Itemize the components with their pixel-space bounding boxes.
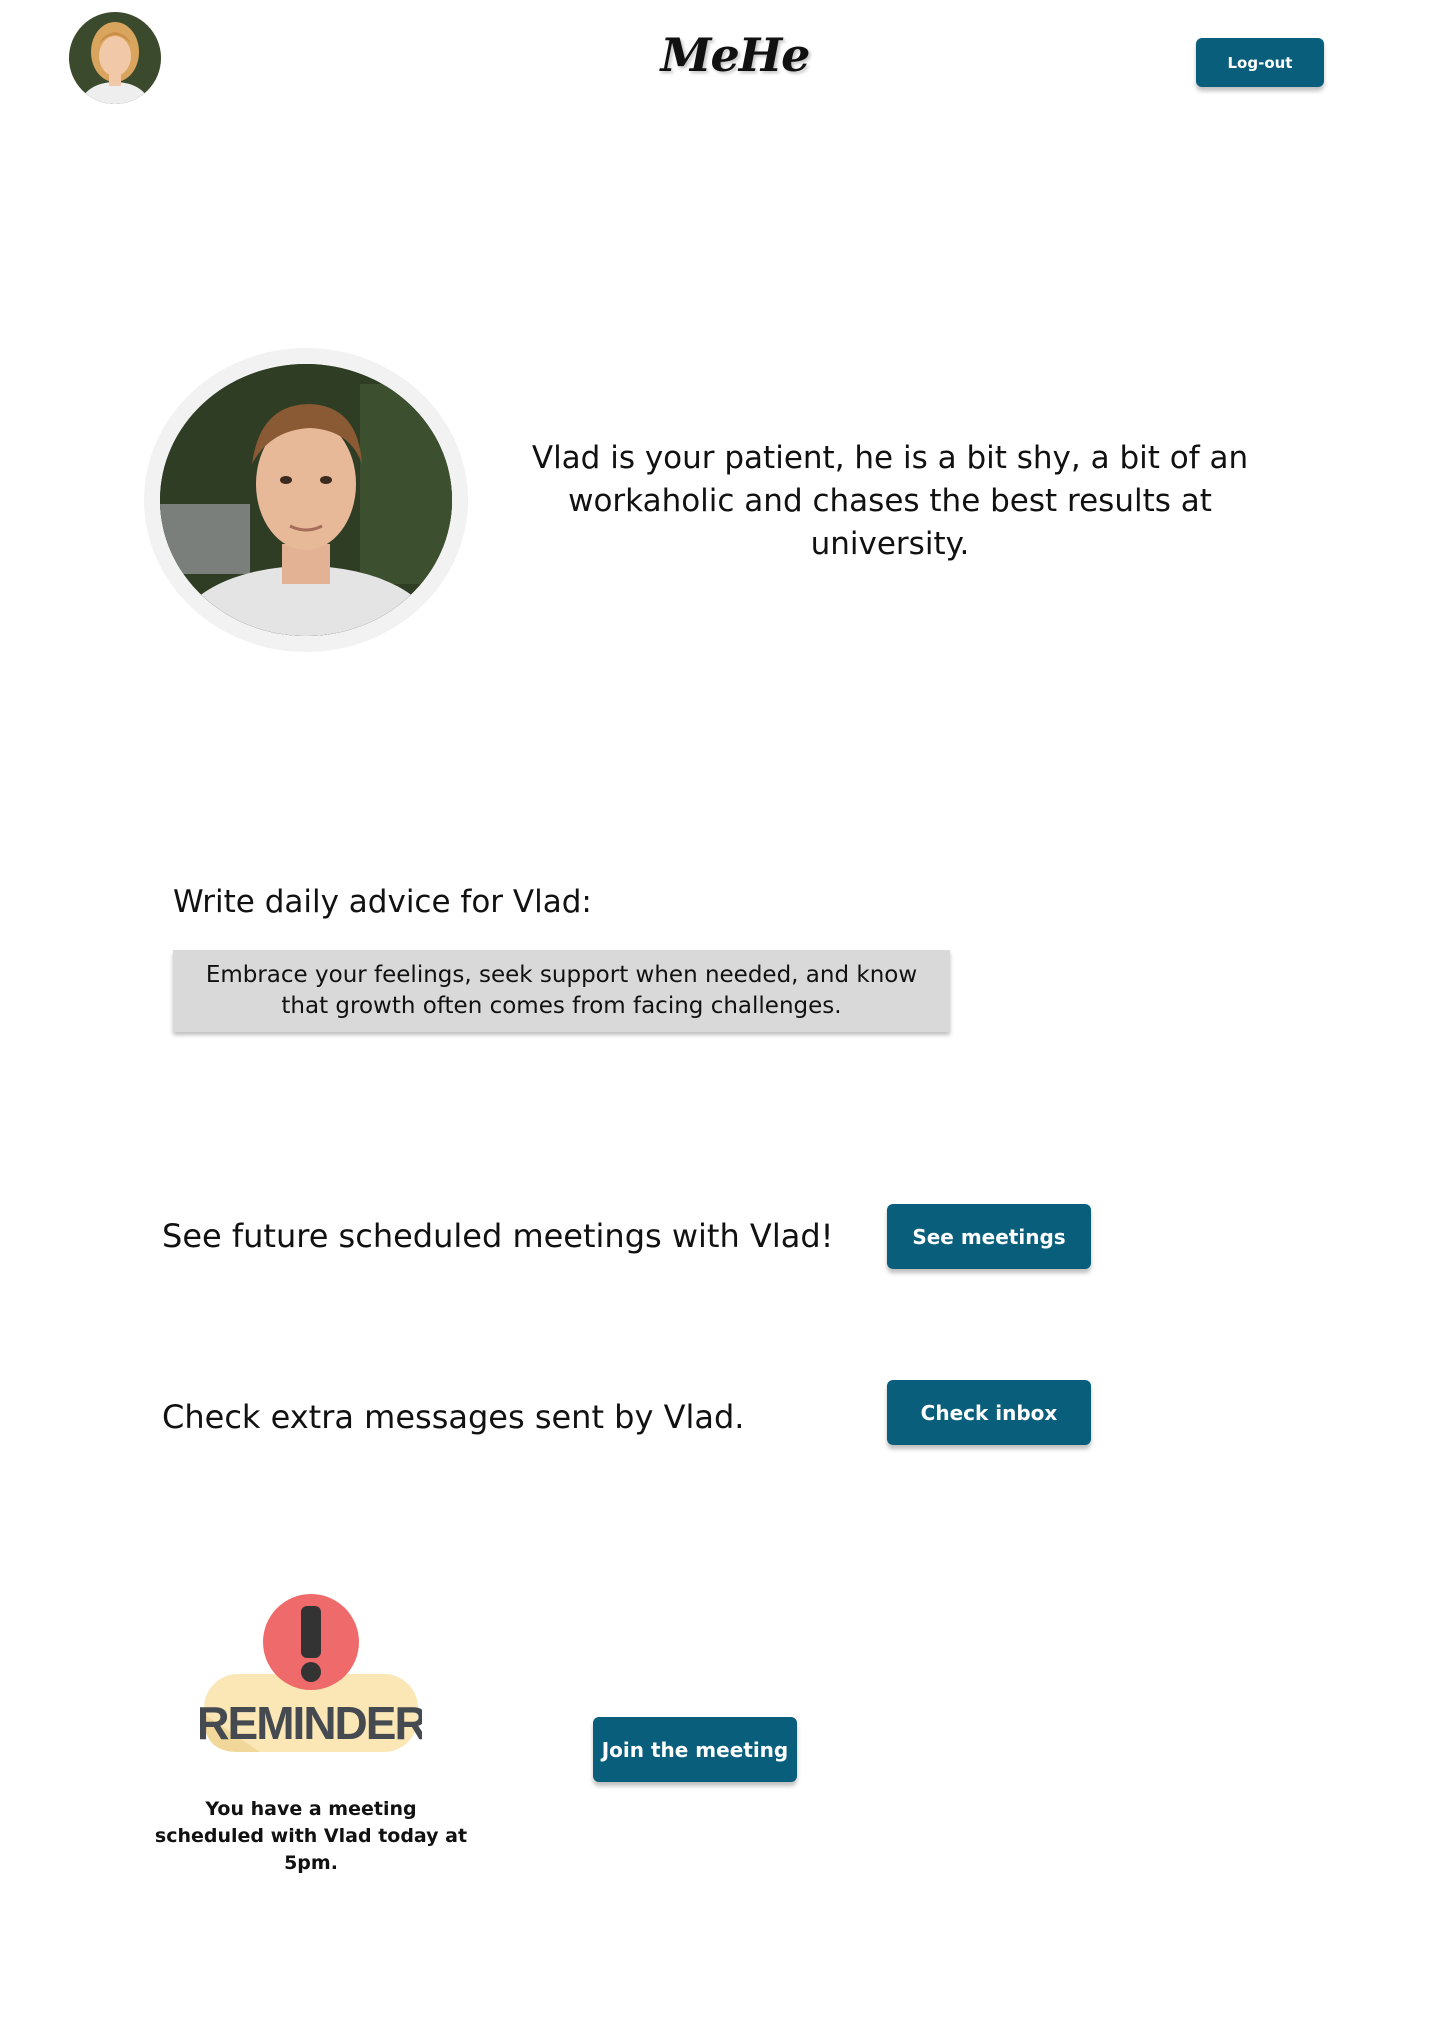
logout-button[interactable]: Log-out: [1196, 38, 1324, 87]
check-inbox-button[interactable]: Check inbox: [887, 1380, 1091, 1445]
reminder-badge-text: REMINDER: [200, 1697, 422, 1749]
reminder-icon: REMINDER: [196, 1594, 429, 1758]
user-photo: [69, 12, 161, 104]
inbox-text: Check extra messages sent by Vlad.: [162, 1398, 745, 1436]
meetings-text: See future scheduled meetings with Vlad!: [162, 1217, 834, 1255]
reminder-message: You have a meeting scheduled with Vlad t…: [154, 1798, 468, 1874]
patient-photo: [160, 364, 452, 636]
join-meeting-button[interactable]: Join the meeting: [593, 1717, 797, 1782]
app-logo[interactable]: MeHe: [660, 28, 811, 82]
advice-label: Write daily advice for Vlad:: [173, 884, 592, 920]
see-meetings-button[interactable]: See meetings: [887, 1204, 1091, 1269]
advice-input[interactable]: Embrace your feelings, seek support when…: [173, 950, 950, 1032]
user-avatar[interactable]: [69, 12, 161, 104]
patient-avatar: [160, 364, 452, 636]
patient-bio: Vlad is your patient, he is a bit shy, a…: [531, 440, 1249, 562]
